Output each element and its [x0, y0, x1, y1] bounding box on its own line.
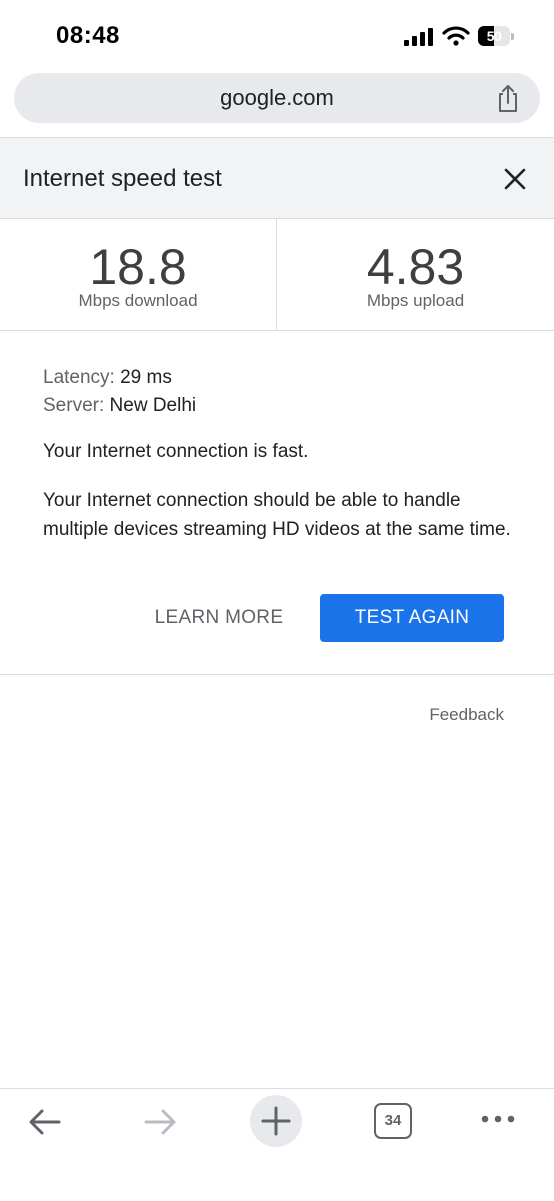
share-icon[interactable] — [494, 84, 522, 114]
learn-more-button[interactable]: LEARN MORE — [144, 594, 294, 642]
browser-toolbar: 34 — [0, 1088, 554, 1201]
card-header: Internet speed test — [0, 138, 554, 219]
new-tab-button[interactable] — [250, 1095, 302, 1147]
battery-level: 50 — [486, 28, 502, 44]
address-bar[interactable]: google.com — [14, 73, 540, 123]
back-arrow-icon[interactable] — [27, 1105, 63, 1139]
latency-value: 29 ms — [120, 367, 172, 388]
feedback-link[interactable]: Feedback — [429, 705, 504, 725]
connection-status: Your Internet connection is fast. — [43, 441, 309, 462]
more-options-icon[interactable] — [480, 1111, 516, 1127]
test-details: Latency: 29 ms Server: New Delhi — [43, 364, 523, 420]
connection-description: Your Internet connection should be able … — [43, 490, 511, 540]
latency-label: Latency: — [43, 367, 115, 388]
cellular-signal-icon — [404, 28, 433, 46]
close-icon[interactable] — [502, 166, 528, 192]
wifi-icon — [442, 26, 470, 46]
status-time: 08:48 — [56, 22, 120, 49]
tab-switcher-button[interactable]: 34 — [374, 1103, 412, 1139]
battery-icon: 50 — [478, 26, 514, 46]
server-label: Server: — [43, 395, 105, 416]
status-bar: 08:48 50 — [0, 0, 554, 66]
server-value: New Delhi — [109, 395, 197, 416]
test-again-button[interactable]: TEST AGAIN — [320, 594, 504, 642]
url-text[interactable]: google.com — [14, 73, 540, 123]
download-metric: 18.8 Mbps download — [0, 219, 277, 330]
upload-value: 4.83 — [366, 239, 465, 295]
upload-metric: 4.83 Mbps upload — [277, 219, 554, 330]
download-label: Mbps download — [78, 291, 198, 310]
upload-label: Mbps upload — [366, 291, 465, 310]
server-line: Server: New Delhi — [43, 392, 523, 420]
plus-icon — [261, 1106, 291, 1136]
forward-arrow-icon[interactable] — [142, 1105, 178, 1139]
speed-metrics: 18.8 Mbps download 4.83 Mbps upload — [0, 219, 554, 331]
download-value: 18.8 — [89, 239, 187, 295]
card-title: Internet speed test — [23, 165, 222, 192]
speed-test-card: Internet speed test 18.8 Mbps download 4… — [0, 137, 554, 675]
latency-line: Latency: 29 ms — [43, 364, 523, 392]
tab-count: 34 — [374, 1103, 412, 1139]
